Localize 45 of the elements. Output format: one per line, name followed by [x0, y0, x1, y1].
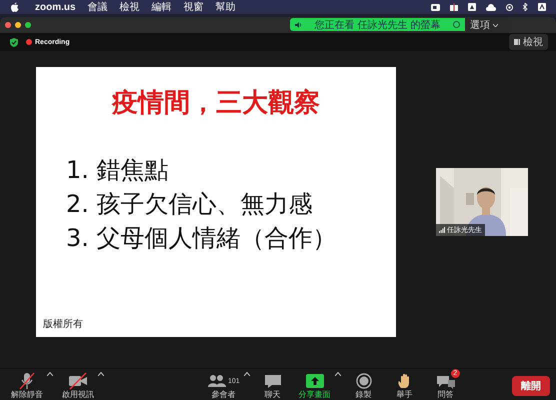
shield-check-icon[interactable] [10, 38, 18, 46]
slide-bullet: 3. 父母個人情緒（合作） [66, 224, 338, 252]
close-window-button[interactable] [5, 22, 11, 28]
speaker-icon [295, 22, 302, 28]
chevron-down-icon [493, 24, 498, 26]
share-screen-icon [304, 372, 325, 390]
menu-item[interactable]: 檢視 [120, 0, 140, 14]
slide-title: 疫情間，三大觀察 [110, 87, 321, 120]
muted-microphone-icon [17, 372, 37, 390]
toolbar-button[interactable]: 錄製 [346, 372, 382, 400]
slide-footer: 版權所有 [43, 317, 396, 331]
toolbar-button[interactable]: 解除靜音 [8, 372, 46, 400]
menu-item[interactable]: 視窗 [184, 0, 204, 14]
recording-dot-icon [26, 39, 32, 45]
menu-item[interactable]: 編輯 [152, 0, 172, 14]
menu-item[interactable]: 幫助 [216, 0, 236, 14]
record-icon[interactable] [506, 4, 513, 10]
menu-item[interactable]: 會議 [88, 0, 108, 14]
signal-bars-icon [439, 227, 445, 233]
options-dropdown[interactable]: 選項 [465, 18, 512, 32]
drive-icon[interactable] [468, 3, 476, 11]
circle-icon[interactable] [453, 21, 460, 28]
layout-icon [514, 39, 520, 45]
people-icon [207, 372, 227, 390]
slide-bullet: 1. 錯焦點 [66, 156, 170, 184]
zoom-window-button[interactable] [25, 22, 31, 28]
caret-up-icon[interactable] [98, 372, 104, 376]
banner-text: 您正在看 任詠光先生 的螢幕 [314, 18, 442, 32]
apple-icon[interactable] [10, 2, 19, 12]
toolbar-button[interactable]: 聊天 [254, 372, 291, 400]
slide-bullet: 2. 孩子欠信心、無力感 [66, 190, 314, 218]
toolbar-button[interactable]: 舉手 [386, 372, 423, 400]
caret-up-icon[interactable] [334, 372, 341, 376]
caret-up-icon[interactable] [244, 372, 250, 376]
app-menu[interactable]: zoom.us [35, 2, 76, 12]
record-icon [354, 372, 374, 390]
minimize-window-button[interactable] [15, 22, 21, 28]
caret-up-icon[interactable] [47, 372, 53, 376]
toolbar-button[interactable]: 啟用視訊 [59, 372, 97, 400]
chat-icon [262, 372, 283, 390]
toolbar-button[interactable]: 分享畫面 [296, 372, 334, 400]
video-off-icon [68, 372, 88, 390]
view-button[interactable]: 檢視 [509, 34, 548, 50]
bluetooth-icon[interactable] [523, 3, 528, 11]
leave-button[interactable]: 離開 [512, 376, 550, 396]
